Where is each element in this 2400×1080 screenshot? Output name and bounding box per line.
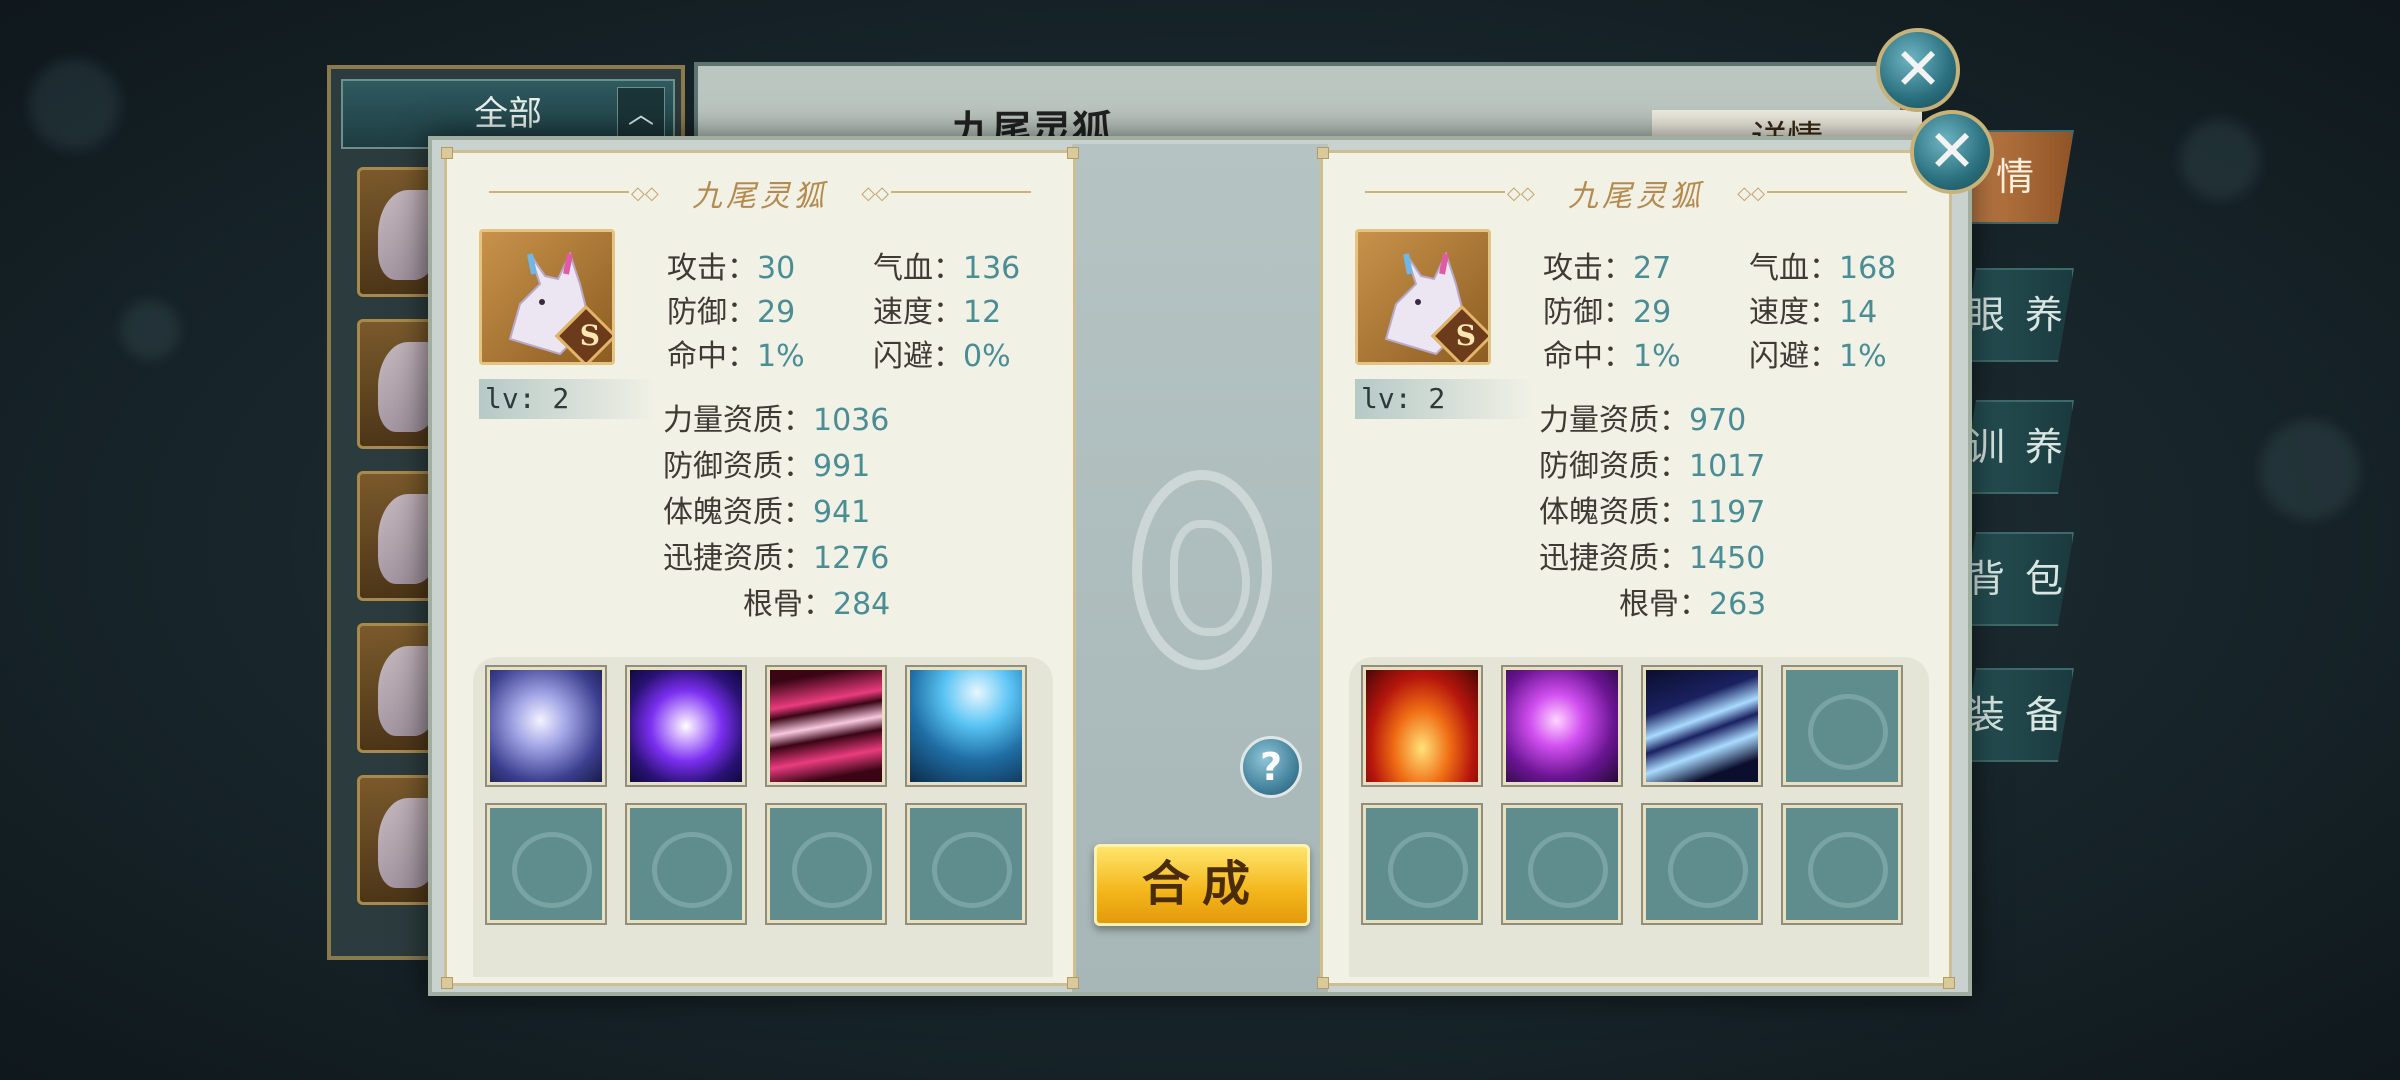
corner-ornament <box>1317 977 1329 989</box>
skill-grid <box>1349 657 1929 977</box>
pet-name: 九尾灵狐 <box>692 179 828 214</box>
corner-ornament <box>1067 977 1079 989</box>
skill-grid <box>473 657 1053 977</box>
stat-hit: 命中：1% <box>667 339 805 374</box>
empty-skill-slot[interactable] <box>1501 803 1623 925</box>
fire-skill-icon[interactable] <box>1361 665 1483 787</box>
close-icon[interactable]: ✕ <box>1910 110 1994 194</box>
aptitude-agility: 迅捷资质：1450 <box>1539 541 1766 576</box>
aptitude-strength: 力量资质：970 <box>1539 403 1747 438</box>
rank-letter: S <box>1455 319 1476 352</box>
stat-speed: 速度：12 <box>873 295 1002 330</box>
aptitude-root-bone: 根骨：284 <box>743 587 891 622</box>
aptitude-root-bone: 根骨：263 <box>1619 587 1767 622</box>
tab-bag[interactable]: 背 包 <box>1960 532 2074 626</box>
corner-ornament <box>441 147 453 159</box>
pet-portrait[interactable]: S <box>1355 229 1491 365</box>
bokeh-light <box>30 60 120 150</box>
bokeh-light <box>2260 420 2360 520</box>
pet-name: 九尾灵狐 <box>1568 179 1704 214</box>
empty-skill-slot[interactable] <box>1781 803 1903 925</box>
white-swirl-skill-icon[interactable] <box>485 665 607 787</box>
aptitude-physique: 体魄资质：941 <box>663 495 871 530</box>
help-icon[interactable]: ? <box>1240 736 1302 798</box>
empty-skill-slot[interactable] <box>1641 803 1763 925</box>
empty-skill-slot[interactable] <box>625 803 747 925</box>
filter-label: 全部 <box>474 94 542 134</box>
compose-button[interactable]: 合成 <box>1094 844 1310 926</box>
corner-ornament <box>1067 147 1079 159</box>
stat-defense: 防御：29 <box>1543 295 1672 330</box>
stat-dodge: 闪避：0% <box>873 339 1011 374</box>
stat-defense: 防御：29 <box>667 295 796 330</box>
pet-level: lv: 2 <box>479 379 655 419</box>
stat-dodge: 闪避：1% <box>1749 339 1887 374</box>
stat-hp: 气血：136 <box>873 251 1021 286</box>
aptitude-strength: 力量资质：1036 <box>663 403 890 438</box>
claw-skill-icon[interactable] <box>1641 665 1763 787</box>
purple-orb-skill-icon[interactable] <box>625 665 747 787</box>
tab-equipment[interactable]: 装 备 <box>1960 668 2074 762</box>
empty-skill-slot[interactable] <box>485 803 607 925</box>
empty-skill-slot[interactable] <box>1361 803 1483 925</box>
empty-skill-slot[interactable] <box>765 803 887 925</box>
corner-ornament <box>441 977 453 989</box>
stat-hit: 命中：1% <box>1543 339 1681 374</box>
tab-train[interactable]: 训 养 <box>1960 400 2074 494</box>
pet-portrait[interactable]: S <box>479 229 615 365</box>
bokeh-light <box>2180 120 2260 200</box>
empty-skill-slot[interactable] <box>905 803 1027 925</box>
stat-speed: 速度：14 <box>1749 295 1878 330</box>
empty-skill-slot[interactable] <box>1781 665 1903 787</box>
compose-dialog: ◇◇ ◇◇ 九尾灵狐 S lv: 2 攻击：30 气血：136 防御：29 速度… <box>428 136 1972 996</box>
chevron-up-icon[interactable]: ︿ <box>617 87 665 143</box>
aptitude-defense: 防御资质：1017 <box>1539 449 1766 484</box>
corner-ornament <box>1317 147 1329 159</box>
stat-attack: 攻击：30 <box>667 251 796 286</box>
aptitude-defense: 防御资质：991 <box>663 449 871 484</box>
bokeh-light <box>120 300 180 360</box>
pet-level: lv: 2 <box>1355 379 1531 419</box>
lightning-skill-icon[interactable] <box>905 665 1027 787</box>
tab-foster[interactable]: 眼 养 <box>1960 268 2074 362</box>
background-close-icon[interactable]: ✕ <box>1876 28 1960 112</box>
left-pet-panel: ◇◇ ◇◇ 九尾灵狐 S lv: 2 攻击：30 气血：136 防御：29 速度… <box>441 147 1079 989</box>
purple-slash-skill-icon[interactable] <box>1501 665 1623 787</box>
aptitude-physique: 体魄资质：1197 <box>1539 495 1766 530</box>
aptitude-agility: 迅捷资质：1276 <box>663 541 890 576</box>
pink-streak-skill-icon[interactable] <box>765 665 887 787</box>
right-pet-panel: ◇◇ ◇◇ 九尾灵狐 S lv: 2 攻击：27 气血：168 防御：29 速度… <box>1317 147 1955 989</box>
rank-letter: S <box>579 319 600 352</box>
corner-ornament <box>1943 977 1955 989</box>
dragon-emblem-icon <box>1132 470 1272 670</box>
stat-hp: 气血：168 <box>1749 251 1897 286</box>
stat-attack: 攻击：27 <box>1543 251 1672 286</box>
